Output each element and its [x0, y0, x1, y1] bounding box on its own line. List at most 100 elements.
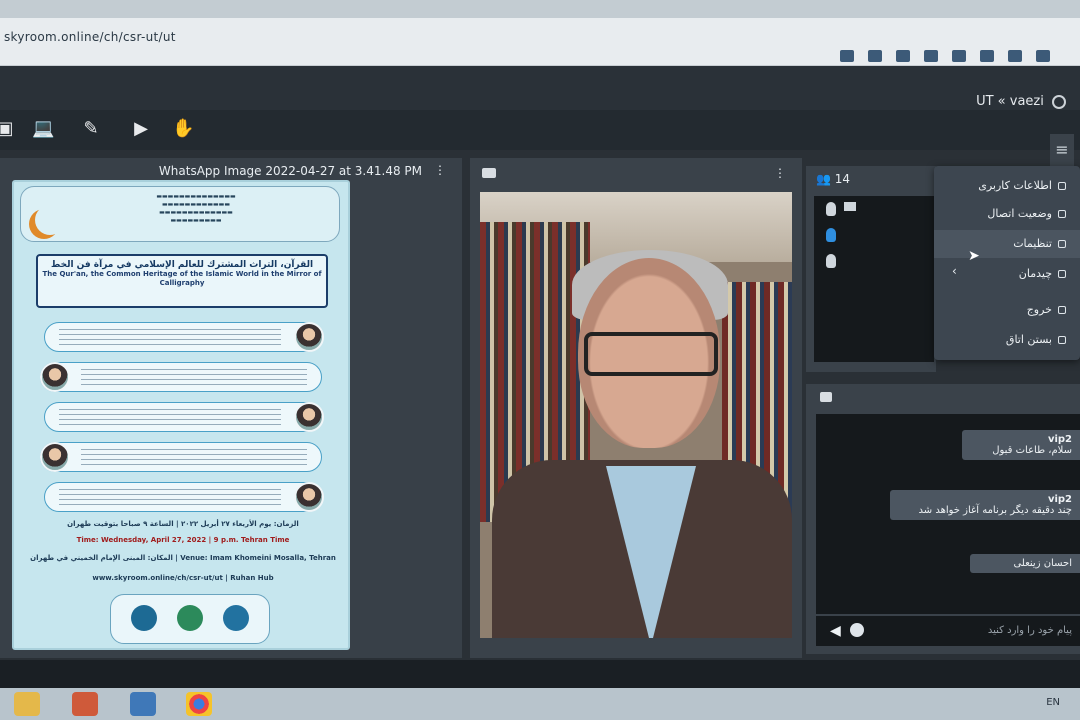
room-menu-dropdown: اطلاعات کاربری وضعیت اتصال تنظیمات چیدما…: [934, 166, 1080, 360]
chat-input[interactable]: پیام خود را وارد کنید ◀: [816, 616, 1080, 646]
poster-date-english: Time: Wednesday, April 27, 2022 | 9 p.m.…: [76, 536, 290, 544]
speaker-avatar: [40, 362, 70, 392]
institution-logo-icon: [131, 605, 157, 631]
poster-title-english: The Qur'an, the Common Heritage of the I…: [42, 270, 322, 287]
speaker-avatar: [294, 482, 324, 512]
poster-title-arabic: القرآن، التراث المشترك للعالم الإسلامي ف…: [50, 260, 314, 270]
url-text[interactable]: skyroom.online/ch/csr-ut/ut: [4, 30, 176, 44]
folder-icon[interactable]: [14, 692, 40, 716]
room-toolbar: ▣ 💻 ✎ ▶ ✋: [0, 110, 1080, 150]
menu-item-connection-status[interactable]: وضعیت اتصال: [936, 200, 1066, 228]
raise-hand-icon[interactable]: ✋: [172, 118, 194, 140]
brush-icon[interactable]: ✎: [80, 118, 102, 140]
menu-toggle-button[interactable]: ≡: [1050, 134, 1074, 166]
extension-icon[interactable]: [980, 50, 994, 62]
speaker-row: [40, 362, 322, 392]
video-camera-icon: [482, 168, 496, 178]
key-icon[interactable]: [868, 50, 882, 62]
mic-icon: [826, 254, 836, 268]
poster-date-arabic: الزمان: يوم الأربعاء ٢٧ أبريل ٢٠٢٢ | الس…: [67, 520, 299, 528]
menu-item-close-room[interactable]: بستن اتاق: [936, 326, 1066, 354]
menu-item-user-info[interactable]: اطلاعات کاربری: [936, 172, 1066, 200]
user-label: UT « vaezi: [976, 94, 1044, 109]
chevron-left-icon: ‹: [952, 264, 957, 278]
sidebar-icon[interactable]: [1008, 50, 1022, 62]
menu-item-label: چیدمان: [1018, 267, 1052, 280]
star-icon[interactable]: [952, 50, 966, 62]
menu-item-settings[interactable]: تنظیمات: [934, 230, 1080, 258]
speaker-avatar: [294, 322, 324, 352]
translate-icon[interactable]: [896, 50, 910, 62]
screen: skyroom.online/ch/csr-ut/ut UT « vaezi ▣…: [0, 0, 1080, 720]
speaker-video-feed[interactable]: [480, 192, 792, 638]
wifi-icon: [1058, 210, 1066, 218]
gear-icon: [1058, 240, 1066, 248]
chat-message: vip2 چند دقیقه دیگر برنامه آغاز خواهد شد: [890, 490, 1080, 520]
profile-icon[interactable]: [1036, 50, 1050, 62]
mic-icon: [826, 202, 836, 216]
event-poster: ▬▬▬▬▬▬▬▬▬▬▬▬▬▬ ▬▬▬▬▬▬▬▬▬▬▬▬ ▬▬▬▬▬▬▬▬▬▬▬▬▬ ▬…: [12, 180, 350, 650]
user-menu[interactable]: UT « vaezi: [976, 94, 1066, 109]
user-icon: [1052, 94, 1066, 109]
share-icon[interactable]: [924, 50, 938, 62]
chat-panel: vip2 سلام، طاعات قبول vip2 چند دقیقه دیگ…: [806, 384, 1080, 654]
speaker-row: [44, 402, 322, 432]
poster-url: www.skyroom.online/ch/csr-ut/ut | Ruhan …: [92, 574, 274, 582]
participants-count: 👥 14: [816, 172, 851, 186]
participants-panel: 👥 14: [806, 166, 936, 372]
poster-title-box: القرآن، التراث المشترك للعالم الإسلامي ف…: [36, 254, 328, 308]
chat-input-placeholder: پیام خود را وارد کنید: [987, 625, 1072, 636]
speaker-avatar: [40, 442, 70, 472]
language-indicator[interactable]: EN: [1046, 697, 1060, 708]
chat-message: احسان زینعلی: [970, 554, 1080, 573]
menu-item-label: اطلاعات کاربری: [978, 179, 1052, 192]
participants-count-value: 14: [834, 172, 851, 186]
chat-message-user: vip2: [1047, 434, 1072, 445]
chat-icon: [820, 392, 832, 402]
media-player-icon[interactable]: [72, 692, 98, 716]
document-menu-button[interactable]: ⋮: [434, 163, 446, 177]
os-taskbar: EN: [0, 688, 1080, 720]
browser-toolbar-icons: [840, 50, 1050, 62]
send-icon[interactable]: ◀: [830, 624, 841, 638]
video-panel: ⋮: [470, 158, 802, 658]
poster-logos: [110, 594, 270, 644]
chrome-icon[interactable]: [186, 692, 212, 716]
institution-logo-icon: [177, 605, 203, 631]
speaker-glasses: [584, 332, 718, 376]
mouse-cursor-icon: ➤: [968, 248, 980, 264]
exit-icon: [1058, 306, 1066, 314]
document-title: WhatsApp Image 2022-04-27 at 3.41.48 PM: [158, 164, 422, 178]
mic-active-icon: [826, 228, 836, 242]
camera-icon[interactable]: [840, 50, 854, 62]
menu-item-label: بستن اتاق: [1005, 333, 1052, 346]
video-menu-button[interactable]: ⋮: [774, 166, 786, 180]
menu-item-label: وضعیت اتصال: [987, 207, 1052, 220]
poster-venue: المكان: المبنى الإمام الخميني في طهران |…: [30, 554, 336, 562]
speaker-avatar: [294, 402, 324, 432]
layout-icon: [1058, 270, 1066, 278]
chat-message-text: چند دقیقه دیگر برنامه آغاز خواهد شد: [918, 505, 1072, 516]
menu-item-exit[interactable]: خروج: [936, 296, 1066, 324]
camera-icon: [844, 202, 856, 211]
user-icon: [1058, 182, 1066, 190]
screen-share-icon[interactable]: ▣: [0, 118, 16, 140]
chat-message: vip2 سلام، طاعات قبول: [962, 430, 1080, 460]
play-file-icon[interactable]: ▶: [130, 118, 152, 140]
chat-messages: vip2 سلام، طاعات قبول vip2 چند دقیقه دیگ…: [816, 414, 1080, 614]
emoji-icon[interactable]: [850, 623, 864, 637]
institution-logo-icon: [223, 605, 249, 631]
poster-header: ▬▬▬▬▬▬▬▬▬▬▬▬▬▬ ▬▬▬▬▬▬▬▬▬▬▬▬ ▬▬▬▬▬▬▬▬▬▬▬▬▬ ▬…: [20, 186, 340, 242]
whiteboard-icon[interactable]: 💻: [32, 118, 54, 140]
chat-message-text: احسان زینعلی: [1013, 558, 1072, 569]
browser-address-bar[interactable]: skyroom.online/ch/csr-ut/ut: [0, 18, 1080, 66]
poster-header-lines: ▬▬▬▬▬▬▬▬▬▬▬▬▬▬ ▬▬▬▬▬▬▬▬▬▬▬▬ ▬▬▬▬▬▬▬▬▬▬▬▬▬ ▬…: [156, 193, 236, 224]
speaker-row: [44, 322, 322, 352]
browser-tab-strip: [0, 0, 1080, 18]
participants-list[interactable]: [814, 196, 934, 362]
menu-item-label: خروج: [1026, 303, 1052, 316]
power-icon: [1058, 336, 1066, 344]
chat-message-text: سلام، طاعات قبول: [992, 445, 1072, 456]
mail-icon[interactable]: [130, 692, 156, 716]
document-viewer: WhatsApp Image 2022-04-27 at 3.41.48 PM …: [0, 158, 462, 658]
